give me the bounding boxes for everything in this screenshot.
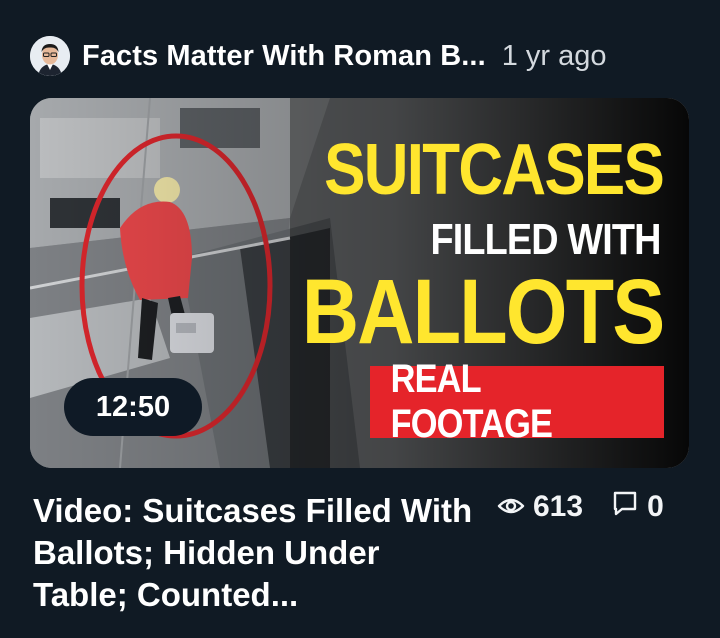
thumbnail-banner: REAL FOOTAGE xyxy=(370,357,664,446)
comment-icon xyxy=(611,489,639,525)
comment-count-value: 0 xyxy=(647,490,664,523)
view-count-value: 613 xyxy=(533,490,584,523)
post-time: 1 yr ago xyxy=(501,39,607,72)
video-title[interactable]: Video: Suitcases Filled With Ballots; Hi… xyxy=(33,490,473,616)
banner-text: REAL FOOTAGE xyxy=(390,357,553,446)
thumbnail-headline-line1: SUITCASES xyxy=(324,130,665,210)
video-thumbnail[interactable]: SUITCASES FILLED WITH BALLOTS REAL FOOTA… xyxy=(30,98,689,468)
card-header: Facts Matter With Roman B... 1 yr ago xyxy=(30,36,690,76)
stats-row: 613 0 xyxy=(497,489,664,525)
eye-icon xyxy=(497,490,525,524)
thumbnail-headline-line3: BALLOTS xyxy=(301,261,664,363)
view-count: 613 xyxy=(497,490,583,524)
channel-name[interactable]: Facts Matter With Roman B... xyxy=(82,40,486,73)
thumbnail-headline-line2: FILLED WITH xyxy=(430,215,662,264)
duration-badge: 12:50 xyxy=(64,378,202,436)
comment-count[interactable]: 0 xyxy=(611,489,664,525)
channel-avatar[interactable] xyxy=(30,36,70,76)
